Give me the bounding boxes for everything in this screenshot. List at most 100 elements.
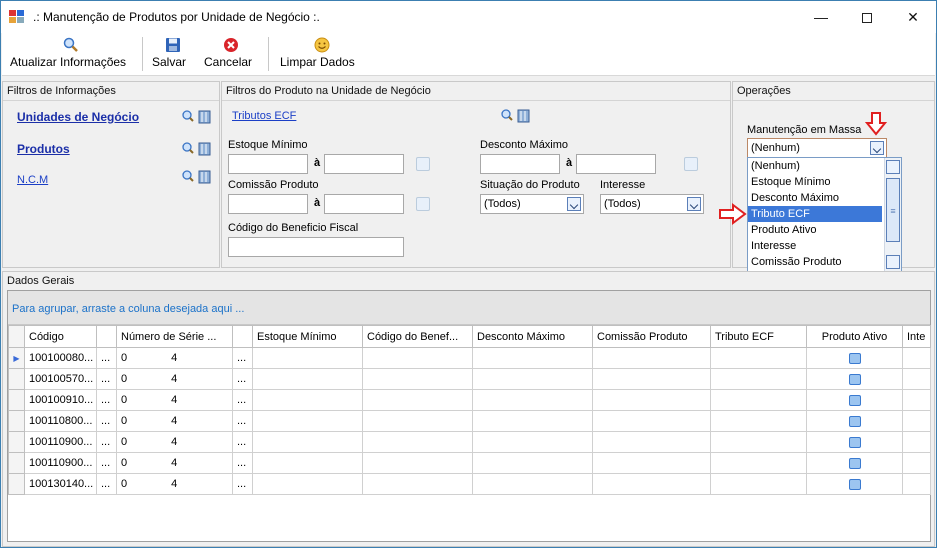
cell-desconto[interactable] [472, 410, 593, 432]
cell-beneficio[interactable] [362, 431, 473, 453]
comissao-from-input[interactable] [228, 194, 308, 214]
cell-codigo[interactable]: 100110900... [24, 452, 97, 474]
row-header[interactable] [8, 473, 25, 495]
unidades-negocio-link[interactable]: Unidades de Negócio [17, 110, 139, 124]
cell-codigo[interactable]: 100100080... [24, 347, 97, 369]
cell-estoque[interactable] [252, 368, 363, 390]
checkbox-icon[interactable] [848, 373, 861, 385]
cell-tributo[interactable] [710, 431, 807, 453]
cell-codigo[interactable]: 100130140... [24, 473, 97, 495]
cell-interesse[interactable] [902, 347, 931, 369]
manutencao-select[interactable]: (Nenhum) [747, 138, 887, 158]
cell-interesse[interactable] [902, 452, 931, 474]
cell-ellipsis[interactable]: ... [96, 410, 117, 432]
current-row-icon[interactable]: ▶ [8, 347, 25, 369]
cell-ellipsis[interactable]: ... [96, 431, 117, 453]
cell-comissao[interactable] [592, 410, 711, 432]
cell-numero-serie[interactable]: 04 [116, 431, 233, 453]
data-grid[interactable]: Para agrupar, arraste a coluna desejada … [7, 290, 931, 542]
cell-beneficio[interactable] [362, 368, 473, 390]
col-codigo-beneficio[interactable]: Código do Benef... [362, 325, 473, 348]
cell-numero-serie[interactable]: 04 [116, 389, 233, 411]
atualizar-button[interactable]: Atualizar Informações [10, 33, 132, 76]
cancelar-button[interactable]: Cancelar [204, 33, 258, 76]
cell-desconto[interactable] [472, 347, 593, 369]
cell-interesse[interactable] [902, 368, 931, 390]
checkbox-icon[interactable] [848, 352, 861, 364]
col-desconto-maximo[interactable]: Desconto Máximo [472, 325, 593, 348]
checkbox-icon[interactable] [848, 436, 861, 448]
table-row[interactable]: ▶ 100100080... ... 04 ... [8, 347, 931, 369]
cell-desconto[interactable] [472, 368, 593, 390]
cell-desconto[interactable] [472, 389, 593, 411]
apply-icon[interactable] [684, 157, 698, 171]
cell-beneficio[interactable] [362, 389, 473, 411]
cell-tributo[interactable] [710, 473, 807, 495]
cell-desconto[interactable] [472, 452, 593, 474]
group-by-panel[interactable]: Para agrupar, arraste a coluna desejada … [8, 291, 930, 325]
checkbox-icon[interactable] [848, 394, 861, 406]
dropdown-scrollbar[interactable]: ≡ [884, 158, 901, 271]
close-button[interactable]: ✕ [890, 1, 936, 33]
manutencao-dropdown-list[interactable]: (Nenhum) Estoque Mínimo Desconto Máximo … [747, 157, 902, 272]
cell-ellipsis[interactable]: ... [232, 431, 253, 453]
chevron-down-icon[interactable] [567, 197, 581, 211]
cell-produto-ativo[interactable] [806, 431, 903, 453]
maximize-button[interactable] [844, 1, 890, 33]
cell-numero-serie[interactable]: 04 [116, 410, 233, 432]
estoque-minimo-from-input[interactable] [228, 154, 308, 174]
cell-produto-ativo[interactable] [806, 473, 903, 495]
cell-tributo[interactable] [710, 368, 807, 390]
checkbox-icon[interactable] [848, 415, 861, 427]
cell-comissao[interactable] [592, 368, 711, 390]
ncm-link[interactable]: N.C.M [17, 174, 48, 186]
col-tributo-ecf[interactable]: Tributo ECF [710, 325, 807, 348]
cell-ellipsis[interactable]: ... [96, 473, 117, 495]
scroll-up-icon[interactable] [886, 160, 900, 174]
cell-ellipsis[interactable]: ... [96, 389, 117, 411]
table-row[interactable]: 100100570... ... 04 ... [8, 368, 931, 390]
col-comissao-produto[interactable]: Comissão Produto [592, 325, 711, 348]
estoque-minimo-to-input[interactable] [324, 154, 404, 174]
col-produto-ativo[interactable]: Produto Ativo [806, 325, 903, 348]
lookup-icon[interactable] [181, 109, 213, 125]
cell-codigo[interactable]: 100100910... [24, 389, 97, 411]
cell-numero-serie[interactable]: 04 [116, 452, 233, 474]
row-header[interactable] [8, 410, 25, 432]
cell-comissao[interactable] [592, 452, 711, 474]
cell-comissao[interactable] [592, 473, 711, 495]
cell-beneficio[interactable] [362, 347, 473, 369]
col-estoque-minimo[interactable]: Estoque Mínimo [252, 325, 363, 348]
apply-icon[interactable] [416, 157, 430, 171]
option-desconto-maximo[interactable]: Desconto Máximo [748, 190, 882, 206]
table-row[interactable]: 100100910... ... 04 ... [8, 389, 931, 411]
option-interesse[interactable]: Interesse [748, 238, 882, 254]
cell-ellipsis[interactable]: ... [232, 473, 253, 495]
cell-ellipsis[interactable]: ... [96, 452, 117, 474]
cell-beneficio[interactable] [362, 473, 473, 495]
cell-tributo[interactable] [710, 452, 807, 474]
tributos-ecf-link[interactable]: Tributos ECF [232, 110, 296, 122]
col-extra-1[interactable] [96, 325, 117, 348]
cell-estoque[interactable] [252, 473, 363, 495]
option-estoque-minimo[interactable]: Estoque Mínimo [748, 174, 882, 190]
cell-ellipsis[interactable]: ... [232, 410, 253, 432]
chevron-down-icon[interactable] [870, 141, 884, 155]
cell-produto-ativo[interactable] [806, 452, 903, 474]
cell-ellipsis[interactable]: ... [96, 347, 117, 369]
cell-beneficio[interactable] [362, 410, 473, 432]
col-codigo[interactable]: Código [24, 325, 97, 348]
cell-codigo[interactable]: 100110900... [24, 431, 97, 453]
cell-ellipsis[interactable]: ... [232, 347, 253, 369]
cell-produto-ativo[interactable] [806, 389, 903, 411]
table-row[interactable]: 100110900... ... 04 ... [8, 452, 931, 474]
option-tributo-ecf[interactable]: Tributo ECF [748, 206, 882, 222]
desconto-to-input[interactable] [576, 154, 656, 174]
cell-interesse[interactable] [902, 473, 931, 495]
scroll-down-icon[interactable] [886, 255, 900, 269]
produtos-link[interactable]: Produtos [17, 142, 70, 156]
checkbox-icon[interactable] [848, 478, 861, 490]
cell-numero-serie[interactable]: 04 [116, 347, 233, 369]
cell-interesse[interactable] [902, 389, 931, 411]
cell-comissao[interactable] [592, 347, 711, 369]
